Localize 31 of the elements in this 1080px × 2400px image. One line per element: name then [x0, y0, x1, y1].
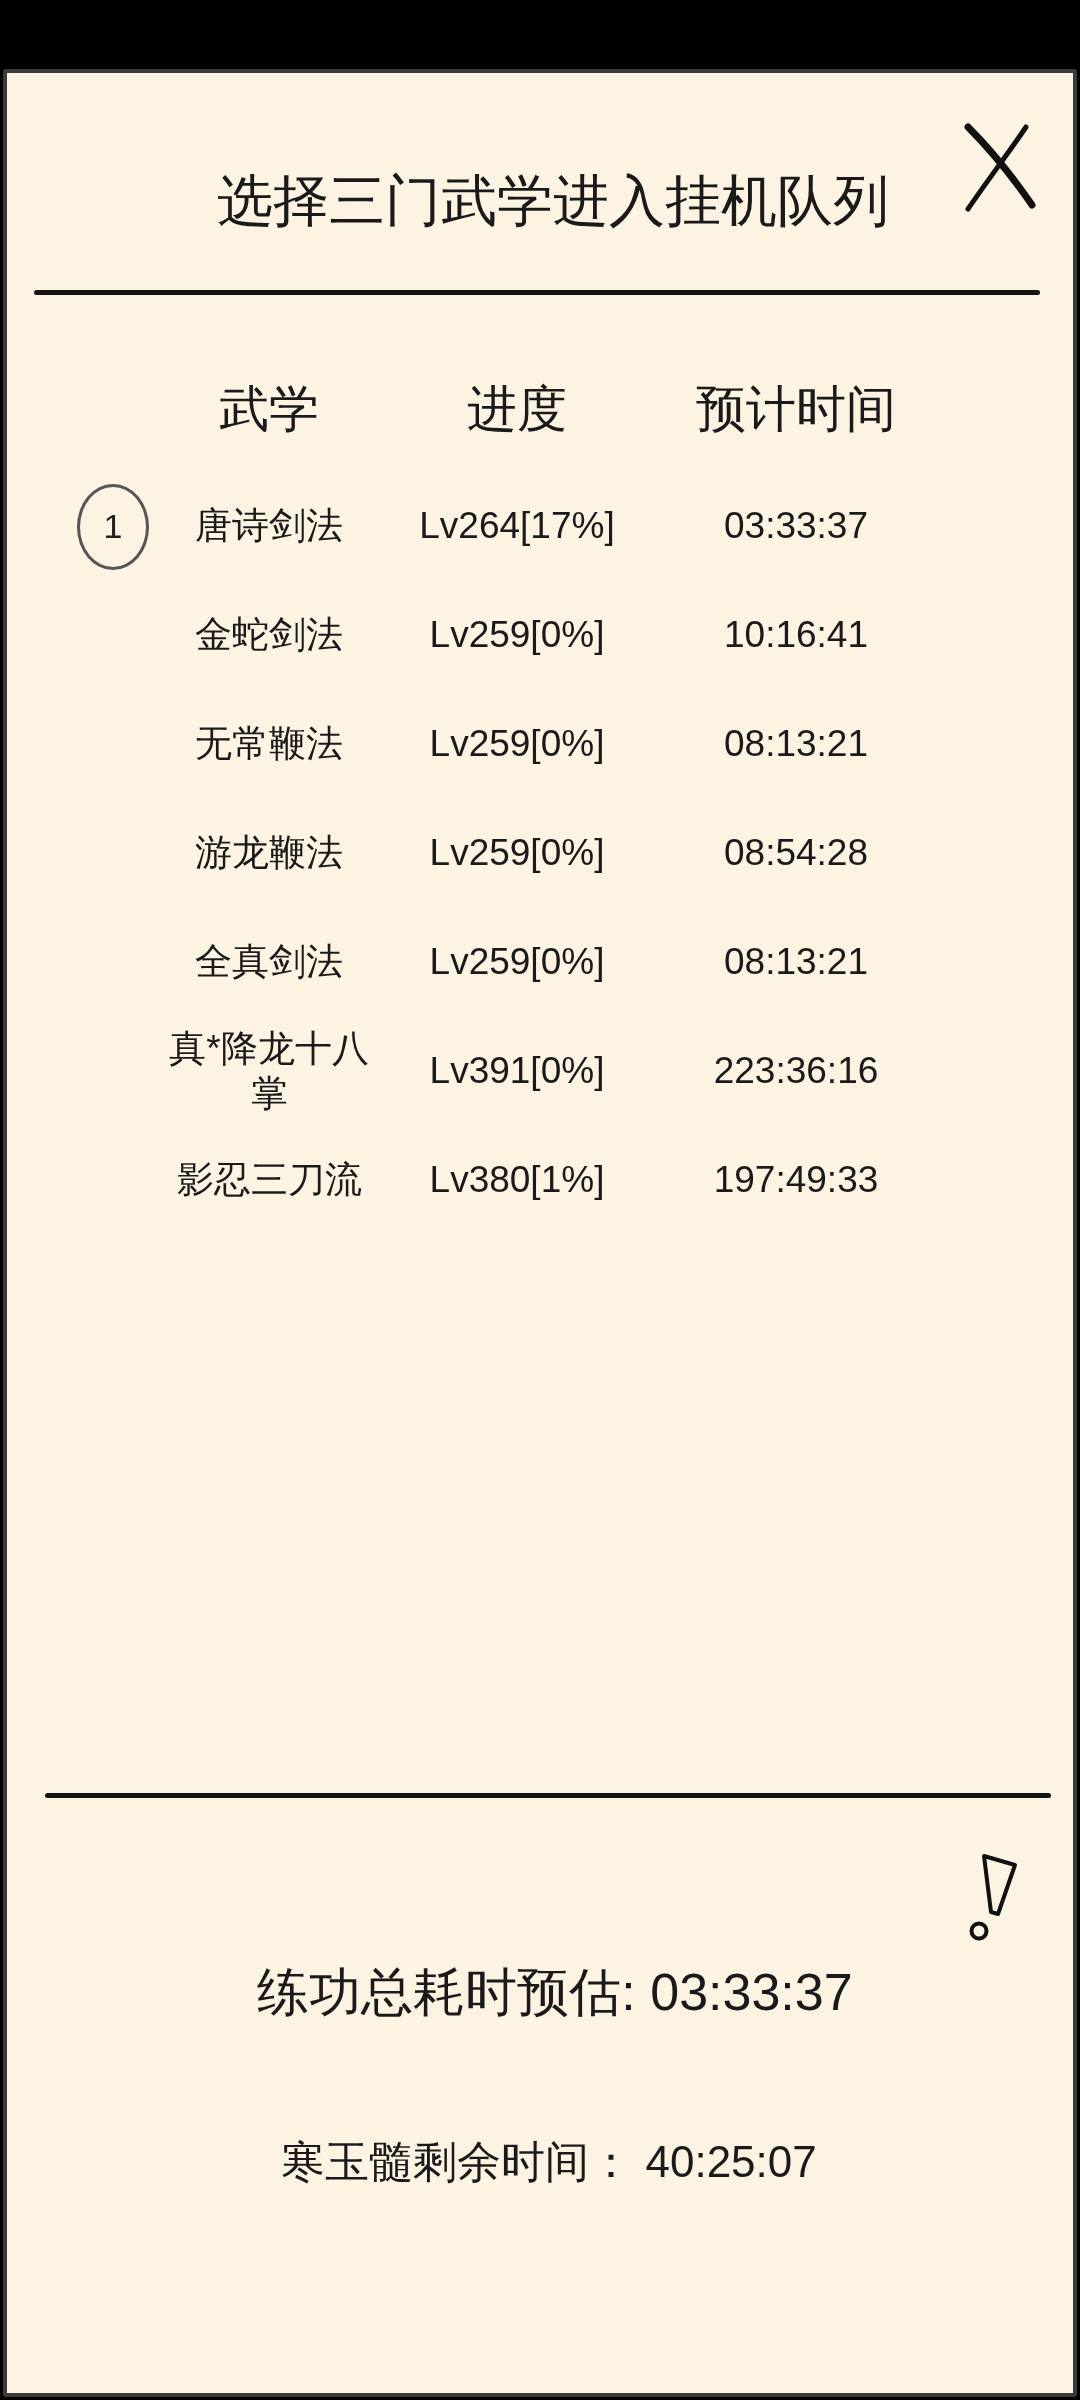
- skill-name[interactable]: 真*降龙十八掌: [161, 1027, 377, 1117]
- skill-level: Lv259[0%]: [429, 613, 605, 658]
- close-icon: [962, 121, 1037, 214]
- skill-name[interactable]: 金蛇剑法: [195, 613, 343, 658]
- exclamation-icon[interactable]: [967, 1851, 1019, 1942]
- queue-marker: 1: [77, 483, 149, 570]
- skill-level: Lv259[0%]: [429, 940, 605, 985]
- estimated-time: 08:13:21: [724, 722, 868, 767]
- skill-level: Lv391[0%]: [429, 1049, 605, 1094]
- estimated-time: 197:49:33: [713, 1158, 879, 1203]
- skill-name[interactable]: 影忍三刀流: [176, 1158, 362, 1203]
- dialog-title: 选择三门武学进入挂机队列: [216, 168, 889, 234]
- skill-name[interactable]: 游龙鞭法: [195, 831, 343, 876]
- skill-name[interactable]: 唐诗剑法: [195, 504, 343, 549]
- column-header: 武学: [219, 380, 319, 440]
- column-header: 预计时间: [696, 380, 896, 440]
- skill-name[interactable]: 全真剑法: [195, 940, 343, 985]
- skill-level: Lv259[0%]: [429, 831, 605, 876]
- estimated-time: 03:33:37: [724, 504, 868, 549]
- skill-level: Lv264[17%]: [419, 504, 615, 549]
- skill-level: Lv259[0%]: [429, 722, 605, 767]
- estimated-time: 08:13:21: [724, 940, 868, 985]
- estimated-time: 10:16:41: [724, 613, 868, 658]
- remaining-time: 寒玉髓剩余时间： 40:25:07: [280, 2136, 818, 2189]
- estimated-time: 08:54:28: [724, 831, 868, 876]
- column-header: 进度: [467, 380, 567, 440]
- total-time-estimate: 练功总耗时预估: 03:33:37: [256, 1961, 854, 2023]
- close-button[interactable]: [962, 121, 1037, 214]
- skill-name[interactable]: 无常鞭法: [195, 722, 343, 767]
- estimated-time: 223:36:16: [713, 1049, 879, 1094]
- skill-level: Lv380[1%]: [429, 1158, 605, 1203]
